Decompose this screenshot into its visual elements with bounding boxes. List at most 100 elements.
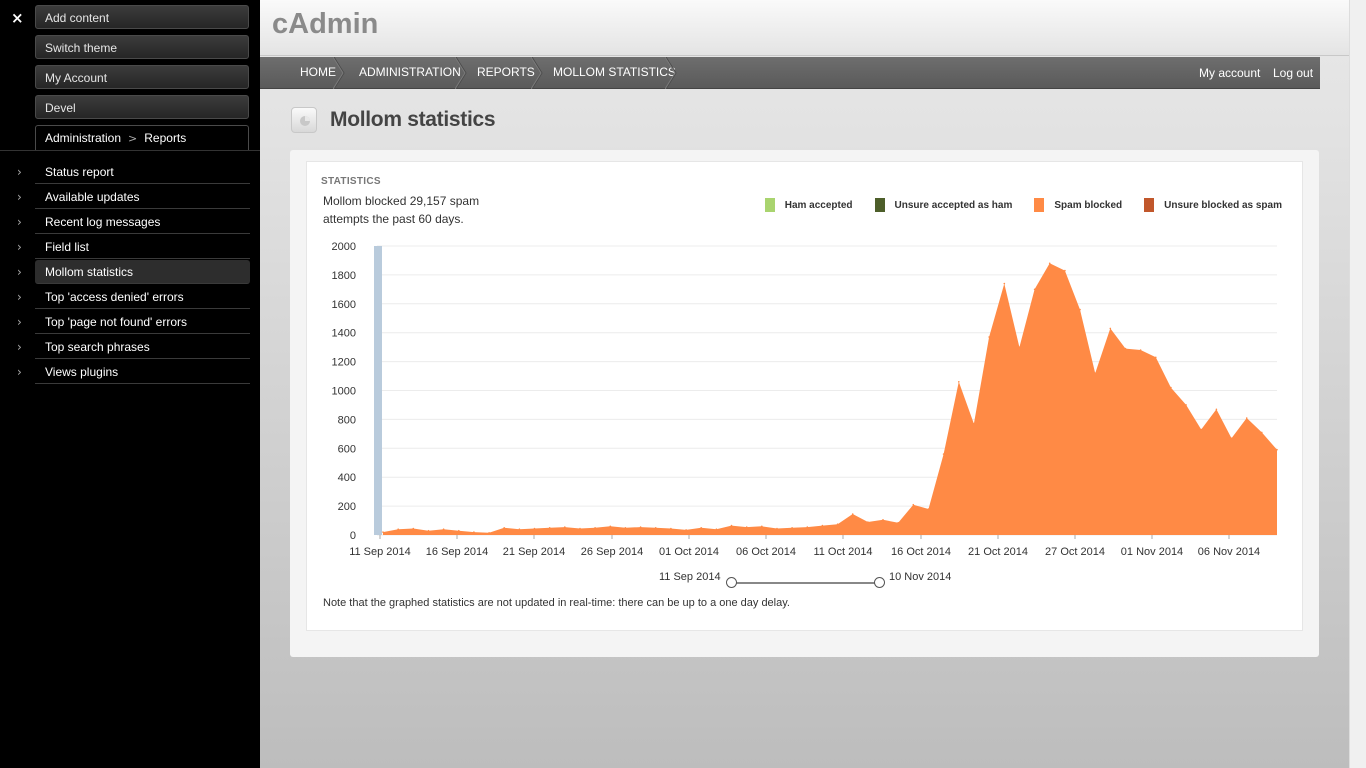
data-point [579, 527, 581, 530]
legend-item-unsure-accepted[interactable]: Unsure accepted as ham [874, 197, 1012, 213]
y-tick-label: 1800 [332, 270, 356, 282]
x-tick-label: 06 Oct 2014 [736, 546, 796, 558]
data-point [670, 527, 672, 530]
data-point [973, 422, 975, 425]
data-point [427, 529, 430, 532]
x-tick-label: 06 Nov 2014 [1198, 546, 1260, 558]
breadcrumb-administration[interactable]: ADMINISTRATION [359, 57, 461, 89]
sidebar-item-label[interactable]: Field list [35, 235, 250, 259]
data-point [1261, 431, 1263, 434]
sidebar-item-label[interactable]: Available updates [35, 185, 250, 209]
mollom-chart: 0 200 400 600 800 1000 1200 1400 1600 1800 2000 11 … [332, 241, 1278, 558]
shortcut-add-content[interactable]: Add content [35, 5, 249, 29]
shortcut-devel[interactable]: Devel [35, 95, 249, 119]
chevron-right-icon: › [17, 340, 22, 354]
sidebar-item-mollom-statistics[interactable]: › Mollom statistics [0, 260, 250, 285]
data-point [382, 531, 384, 533]
data-point [1230, 437, 1233, 440]
x-tick-label: 21 Sep 2014 [503, 546, 565, 558]
my-account-link[interactable]: My account [1199, 57, 1260, 89]
scrollbar[interactable] [1349, 0, 1366, 768]
y-tick-label: 600 [338, 443, 356, 455]
data-point [442, 528, 445, 530]
sidebar-item-status-report[interactable]: › Status report [0, 160, 250, 185]
y-tick-label: 800 [338, 414, 356, 426]
sidebar-item-label[interactable]: Status report [35, 160, 250, 184]
sidebar: × Add content Switch theme My Account De… [0, 0, 260, 768]
x-tick-label: 27 Oct 2014 [1045, 546, 1105, 558]
sidebar-item-label[interactable]: Top search phrases [35, 335, 250, 359]
sidebar-breadcrumb: Administration > Reports [35, 125, 249, 150]
data-point [836, 523, 839, 525]
sidebar-item-field-list[interactable]: › Field list [0, 235, 250, 260]
data-point [564, 526, 566, 528]
selection-marker [374, 246, 382, 535]
sidebar-item-label[interactable]: Recent log messages [35, 210, 250, 234]
sidebar-breadcrumb-parent[interactable]: Administration [45, 131, 121, 145]
legend-item-unsure-blocked[interactable]: Unsure blocked as spam [1144, 197, 1282, 213]
data-point [1003, 282, 1006, 285]
sidebar-item-label[interactable]: Mollom statistics [35, 260, 250, 284]
data-point [473, 531, 475, 533]
sidebar-item-label[interactable]: Views plugins [35, 360, 250, 384]
data-point [1215, 408, 1218, 411]
data-point [1245, 417, 1248, 419]
range-end-handle[interactable] [874, 577, 885, 588]
legend-item-spam-blocked[interactable]: Spam blocked [1034, 197, 1122, 213]
data-point [821, 524, 824, 527]
breadcrumb: HOME ADMINISTRATION REPORTS MOLLOM STATI… [260, 57, 1320, 89]
chevron-right-icon: › [17, 240, 22, 254]
data-point [1064, 269, 1066, 272]
x-tick-label: 11 Oct 2014 [813, 546, 872, 558]
sidebar-item-views-plugins[interactable]: › Views plugins [0, 360, 250, 385]
range-slider-track[interactable] [731, 582, 881, 584]
data-point [518, 528, 521, 530]
chevron-right-icon: › [17, 215, 22, 229]
sidebar-item-recent-log-messages[interactable]: › Recent log messages [0, 210, 250, 235]
sidebar-item-label[interactable]: Top 'page not found' errors [35, 310, 250, 334]
sidebar-breadcrumb-current[interactable]: Reports [144, 131, 186, 145]
range-start-handle[interactable] [726, 577, 737, 588]
sidebar-divider [0, 150, 260, 151]
shortcut-my-account[interactable]: My Account [35, 65, 249, 89]
legend-swatch [764, 198, 775, 212]
x-tick-label: 11 Sep 2014 [349, 546, 411, 558]
sidebar-menu: › Status report › Available updates › Recen… [0, 160, 250, 385]
close-icon[interactable]: × [11, 9, 24, 27]
y-tick-label: 1200 [332, 357, 356, 369]
data-point [1185, 404, 1187, 406]
data-point [609, 525, 612, 528]
breadcrumb-home[interactable]: HOME [300, 57, 336, 89]
data-point [958, 381, 960, 383]
legend-item-ham-accepted[interactable]: Ham accepted [764, 197, 853, 213]
range-start-label: 11 Sep 2014 [659, 571, 721, 583]
shortcut-switch-theme[interactable]: Switch theme [35, 35, 249, 59]
data-point [1276, 448, 1278, 451]
x-tick-label: 21 Oct 2014 [968, 546, 1028, 558]
data-point [912, 503, 915, 506]
site-header: cAdmin [260, 0, 1349, 56]
sidebar-item-available-updates[interactable]: › Available updates [0, 185, 250, 210]
sidebar-item-access-denied[interactable]: › Top 'access denied' errors [0, 285, 250, 310]
breadcrumb-reports[interactable]: REPORTS [477, 57, 535, 89]
chevron-right-icon: › [17, 265, 22, 279]
data-point [791, 527, 793, 529]
x-tick-label: 16 Sep 2014 [426, 546, 488, 558]
data-point [1094, 372, 1096, 374]
data-point [639, 526, 642, 528]
sidebar-item-search-phrases[interactable]: › Top search phrases [0, 335, 250, 360]
sidebar-item-page-not-found[interactable]: › Top 'page not found' errors [0, 310, 250, 335]
legend-swatch [874, 198, 885, 212]
site-name[interactable]: cAdmin [272, 8, 378, 41]
y-tick-label: 1400 [332, 328, 356, 340]
data-point [624, 527, 627, 529]
legend-swatch [1144, 198, 1155, 212]
data-point [594, 527, 596, 529]
range-end-label: 10 Nov 2014 [889, 571, 952, 583]
logout-link[interactable]: Log out [1273, 57, 1313, 89]
y-tick-label: 200 [338, 501, 356, 513]
data-point [412, 527, 415, 530]
sidebar-item-label[interactable]: Top 'access denied' errors [35, 285, 250, 309]
breadcrumb-mollom-statistics[interactable]: MOLLOM STATISTICS [553, 57, 676, 89]
data-point [533, 527, 536, 530]
